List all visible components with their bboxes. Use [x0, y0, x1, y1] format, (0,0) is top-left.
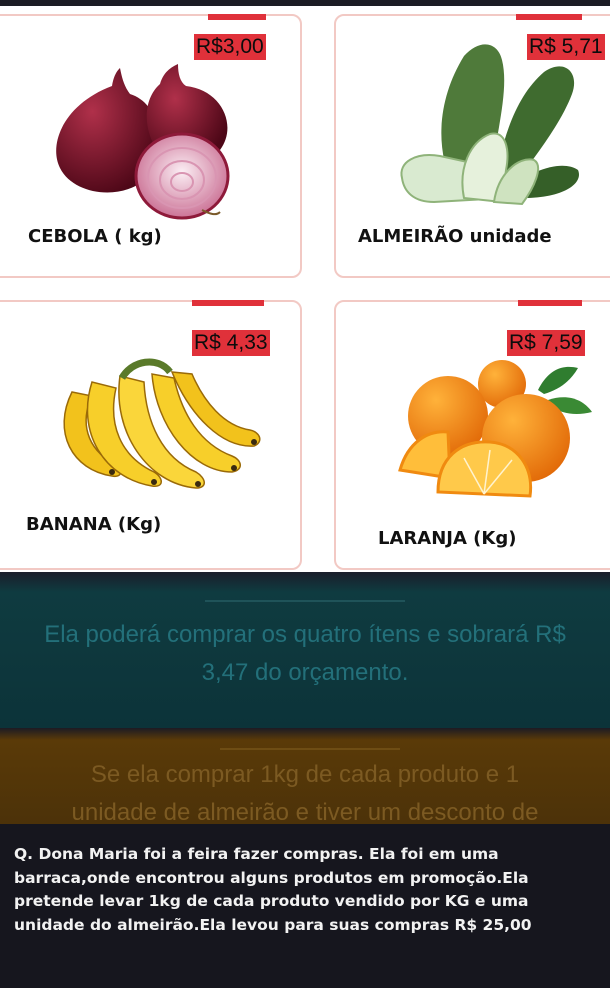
bananas-illustration: [63, 358, 261, 489]
bok-choy-illustration: [400, 44, 579, 206]
name-laranja: LARANJA (Kg): [378, 528, 517, 549]
onion-illustration: [56, 64, 230, 220]
answer-line-2: unidade de almeirão e tiver um desconto …: [71, 799, 539, 824]
name-cebola: CEBOLA ( kg): [28, 226, 162, 247]
answer-option-1[interactable]: Ela poderá comprar os quatro ítens e sob…: [0, 572, 610, 728]
price-tab: [208, 14, 266, 20]
price-laranja: R$ 7,59: [507, 330, 585, 357]
name-banana: BANANA (Kg): [26, 514, 162, 535]
price-cebola: R$3,00: [194, 34, 266, 61]
question-block: Q. Dona Maria foi a feira fazer compras.…: [0, 824, 610, 988]
name-almeirao: ALMEIRÃO unidade: [358, 226, 552, 247]
top-bar: [0, 0, 610, 6]
divider: [205, 600, 405, 602]
answer-option-2[interactable]: Se ela comprar 1kg de cada produto e 1 un…: [0, 728, 610, 824]
price-tab: [516, 14, 582, 20]
price-tab: [518, 300, 582, 306]
divider: [220, 748, 400, 750]
answer-text: Se ela comprar 1kg de cada produto e 1 un…: [0, 756, 610, 824]
question-text: Q. Dona Maria foi a feira fazer compras.…: [14, 845, 532, 934]
price-tab: [192, 300, 264, 306]
oranges-illustration: [398, 360, 592, 498]
product-image: R$3,00 CEBOLA ( kg) R$ 5,71 ALMEIRÃO uni…: [0, 0, 610, 572]
answer-text: Ela poderá comprar os quatro ítens e sob…: [44, 621, 566, 686]
answer-line-1: Se ela comprar 1kg de cada produto e 1: [90, 761, 520, 788]
